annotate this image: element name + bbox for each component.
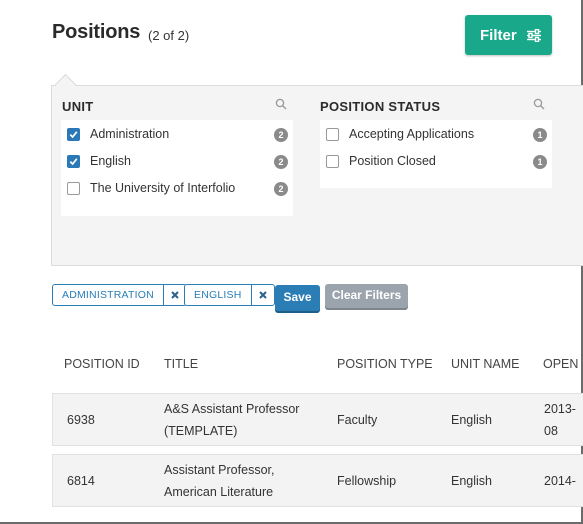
sliders-icon (526, 28, 541, 42)
check-icon (69, 131, 78, 139)
save-button[interactable]: Save (275, 285, 320, 311)
chip-label: ADMINISTRATION (62, 289, 154, 301)
title-cell-line1[interactable]: Assistant Professor, (164, 459, 274, 481)
status-option-label: Accepting Applications (349, 127, 475, 141)
column-header-title[interactable]: TITLE (164, 357, 198, 371)
remove-filter-button[interactable] (162, 285, 186, 305)
active-filter-chip-administration: ADMINISTRATION (52, 284, 187, 306)
position-type-cell: Fellowship (337, 474, 397, 488)
checkbox-unchecked[interactable] (67, 182, 80, 195)
remove-filter-button[interactable] (250, 285, 274, 305)
unit-option-label: The University of Interfolio (90, 181, 236, 195)
checkbox-unchecked[interactable] (326, 128, 339, 141)
open-date-cell-line1: 2013- (544, 402, 576, 416)
unit-facet-title: UNIT (62, 99, 94, 114)
check-icon (69, 158, 78, 166)
filter-button[interactable]: Filter (465, 15, 552, 55)
filter-button-label: Filter (480, 26, 517, 44)
clear-filters-button[interactable]: Clear Filters (325, 284, 408, 308)
column-header-position-id[interactable]: POSITION ID (64, 357, 140, 371)
results-count: (2 of 2) (148, 28, 190, 43)
checkbox-unchecked[interactable] (326, 155, 339, 168)
unit-option-english[interactable]: English 2 (61, 152, 293, 174)
close-icon (258, 291, 267, 299)
checkbox-checked[interactable] (67, 155, 80, 168)
unit-name-cell: English (451, 413, 492, 427)
table-row[interactable]: 6938 A&S Assistant Professor (TEMPLATE) … (52, 393, 583, 446)
unit-option-label: English (90, 154, 131, 168)
status-option-accepting[interactable]: Accepting Applications 1 (320, 125, 552, 147)
open-date-cell-line1: 2014- (544, 474, 576, 488)
count-badge: 1 (533, 128, 547, 142)
checkbox-checked[interactable] (67, 128, 80, 141)
position-type-cell: Faculty (337, 413, 378, 427)
page-title: Positions (52, 21, 141, 43)
chip-label: ENGLISH (194, 289, 242, 301)
title-cell-line2[interactable]: American Literature (164, 481, 273, 503)
status-option-closed[interactable]: Position Closed 1 (320, 152, 552, 174)
status-option-label: Position Closed (349, 154, 436, 168)
unit-name-cell: English (451, 474, 492, 488)
status-search-icon[interactable] (533, 98, 545, 110)
unit-search-icon[interactable] (275, 98, 287, 110)
active-filter-chip-english: ENGLISH (184, 284, 275, 306)
count-badge: 2 (274, 128, 288, 142)
position-id-cell: 6814 (67, 474, 95, 488)
count-badge: 2 (274, 155, 288, 169)
status-facet-title: POSITION STATUS (320, 99, 441, 114)
close-icon (171, 291, 179, 299)
unit-option-university[interactable]: The University of Interfolio 2 (61, 179, 293, 201)
column-header-unit-name[interactable]: UNIT NAME (451, 357, 520, 371)
unit-option-label: Administration (90, 127, 170, 141)
column-header-open[interactable]: OPEN (543, 357, 578, 371)
title-cell-line1[interactable]: A&S Assistant Professor (164, 398, 299, 420)
open-date-cell-line2: 08 (544, 424, 558, 438)
status-facet-list: Accepting Applications 1 Position Closed… (320, 120, 552, 188)
column-header-position-type[interactable]: POSITION TYPE (337, 357, 433, 371)
title-cell-line2[interactable]: (TEMPLATE) (164, 420, 237, 442)
position-id-cell: 6938 (67, 413, 95, 427)
table-row[interactable]: 6814 Assistant Professor, American Liter… (52, 454, 583, 507)
count-badge: 1 (533, 155, 547, 169)
count-badge: 2 (274, 182, 288, 196)
unit-facet-list: Administration 2 English 2 The Universit… (61, 120, 293, 216)
unit-option-administration[interactable]: Administration 2 (61, 125, 293, 147)
